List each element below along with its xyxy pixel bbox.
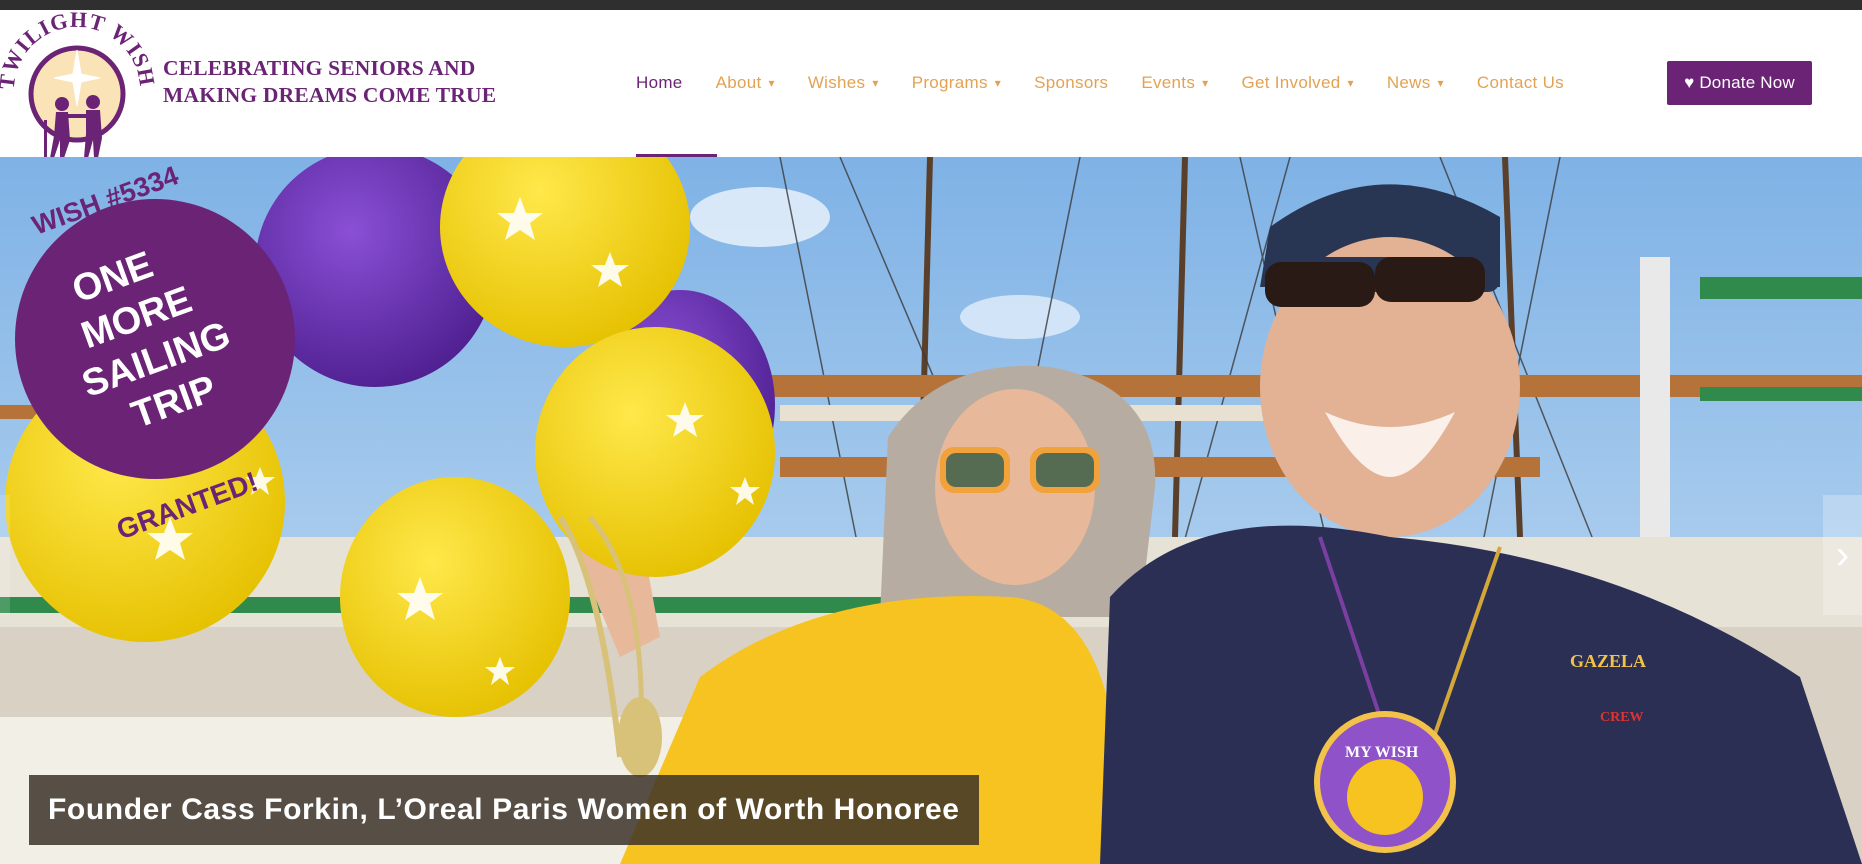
- chevron-down-icon: ▾: [768, 76, 775, 90]
- twilight-wish-logo[interactable]: TWILIGHT WISH: [0, 7, 160, 160]
- nav-wishes[interactable]: Wishes ▾: [808, 73, 879, 93]
- shirt-sub: CREW: [1600, 710, 1644, 725]
- main-nav: Home About ▾ Wishes ▾ Programs ▾ Sponsors E…: [636, 58, 1597, 108]
- nav-programs[interactable]: Programs ▾: [912, 73, 1001, 93]
- nav-label: Contact Us: [1476, 73, 1564, 92]
- site-header: TWILIGHT WISH CELEBRATING SENIORS AND MA…: [0, 7, 1862, 158]
- nav-label: News: [1386, 73, 1431, 92]
- shirt-logo: GAZELA: [1570, 651, 1646, 671]
- chevron-down-icon: ▾: [994, 76, 1002, 90]
- hero-caption: Founder Cass Forkin, L’Oreal Paris Women…: [29, 775, 979, 845]
- hero-caption-text: Founder Cass Forkin, L’Oreal Paris Women…: [48, 793, 960, 826]
- nav-label: Home: [636, 73, 683, 92]
- nav-about[interactable]: About ▾: [716, 73, 775, 93]
- nav-home[interactable]: Home: [636, 73, 683, 93]
- nav-events[interactable]: Events ▾: [1141, 73, 1208, 93]
- hero-slider: GAZELA CREW MY WISH WISH #5334 ONE MORE …: [0, 157, 1862, 864]
- nav-label: Programs: [911, 73, 988, 92]
- chevron-right-icon: ›: [1835, 532, 1850, 577]
- site-tagline: CELEBRATING SENIORS AND MAKING DREAMS CO…: [163, 55, 503, 109]
- chevron-down-icon: ▾: [1202, 76, 1209, 90]
- slider-next-button[interactable]: ›: [1823, 495, 1862, 615]
- nav-label: Sponsors: [1034, 73, 1109, 92]
- donate-label: ♥ Donate Now: [1684, 73, 1795, 92]
- chevron-down-icon: ▾: [872, 76, 879, 90]
- nav-news[interactable]: News ▾: [1387, 73, 1444, 93]
- nav-contact-us[interactable]: Contact Us: [1477, 73, 1564, 93]
- chevron-down-icon: ▾: [1347, 76, 1354, 90]
- browser-top-bar: [0, 0, 1862, 10]
- nav-label: Get Involved: [1241, 73, 1341, 92]
- nav-label: Wishes: [807, 73, 866, 92]
- pin-text: MY WISH: [1345, 744, 1419, 761]
- nav-label: Events: [1141, 73, 1196, 92]
- donate-now-button[interactable]: ♥ Donate Now: [1667, 61, 1812, 105]
- slider-prev-button[interactable]: [0, 495, 10, 615]
- chevron-down-icon: ▾: [1437, 76, 1444, 90]
- nav-sponsors[interactable]: Sponsors: [1034, 73, 1108, 93]
- tagline-line-1: CELEBRATING SENIORS AND: [163, 56, 476, 80]
- tagline-line-2: MAKING DREAMS COME TRUE: [163, 83, 497, 107]
- nav-get-involved[interactable]: Get Involved ▾: [1241, 73, 1353, 93]
- nav-label: About: [715, 73, 762, 92]
